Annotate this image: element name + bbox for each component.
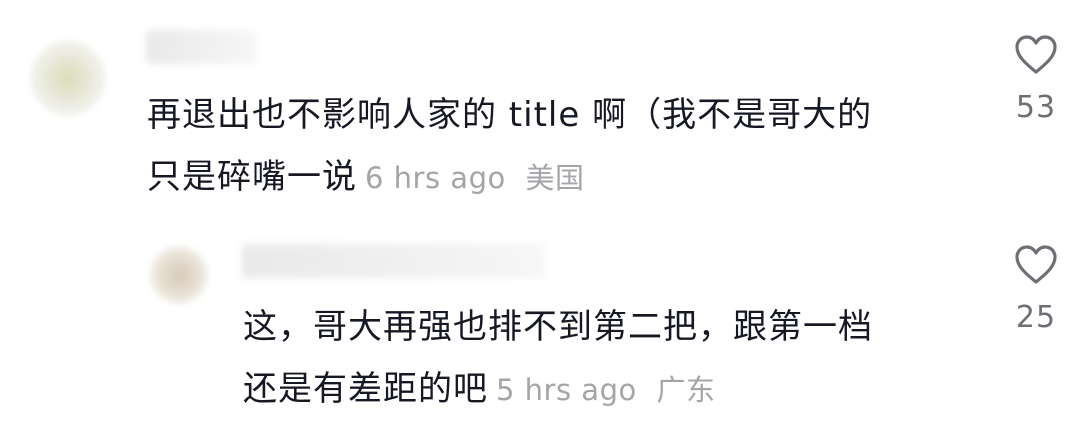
comment-text-line-2-content: 只是碎嘴一说 xyxy=(147,157,357,197)
reply-text-line-2: 还是有差距的吧 5 hrs ago 广东 xyxy=(243,358,983,421)
like-button[interactable]: 53 xyxy=(1006,34,1066,125)
comment-text-line-1: 再退出也不影响人家的 title 啊（我不是哥大的 xyxy=(147,95,873,135)
comment-time: 6 hrs ago xyxy=(365,161,506,195)
reply-username-blurred[interactable] xyxy=(242,244,546,278)
comment-text: 再退出也不影响人家的 title 啊（我不是哥大的 只是碎嘴一说 6 hrs ag… xyxy=(147,84,967,209)
username-blurred[interactable] xyxy=(146,30,258,64)
comment-text-line-2: 只是碎嘴一说 6 hrs ago 美国 xyxy=(147,146,967,209)
avatar[interactable] xyxy=(30,40,106,116)
reply-like-count: 25 xyxy=(1015,300,1057,335)
reply-text-line-2-content: 还是有差距的吧 xyxy=(243,369,488,409)
reply-time: 5 hrs ago xyxy=(496,373,637,407)
like-count: 53 xyxy=(1015,90,1057,125)
heart-outline-icon[interactable] xyxy=(1006,244,1066,286)
reply-text-line-1: 这，哥大再强也排不到第二把，跟第一档 xyxy=(243,307,873,347)
reply-location: 广东 xyxy=(656,373,716,407)
reply-like-button[interactable]: 25 xyxy=(1006,244,1066,335)
reply-text: 这，哥大再强也排不到第二把，跟第一档 还是有差距的吧 5 hrs ago 广东 xyxy=(243,296,983,421)
comment-thread: 再退出也不影响人家的 title 啊（我不是哥大的 只是碎嘴一说 6 hrs ag… xyxy=(0,0,1080,431)
heart-outline-icon[interactable] xyxy=(1006,34,1066,76)
reply-avatar[interactable] xyxy=(150,246,208,304)
comment-location: 美国 xyxy=(525,161,585,195)
